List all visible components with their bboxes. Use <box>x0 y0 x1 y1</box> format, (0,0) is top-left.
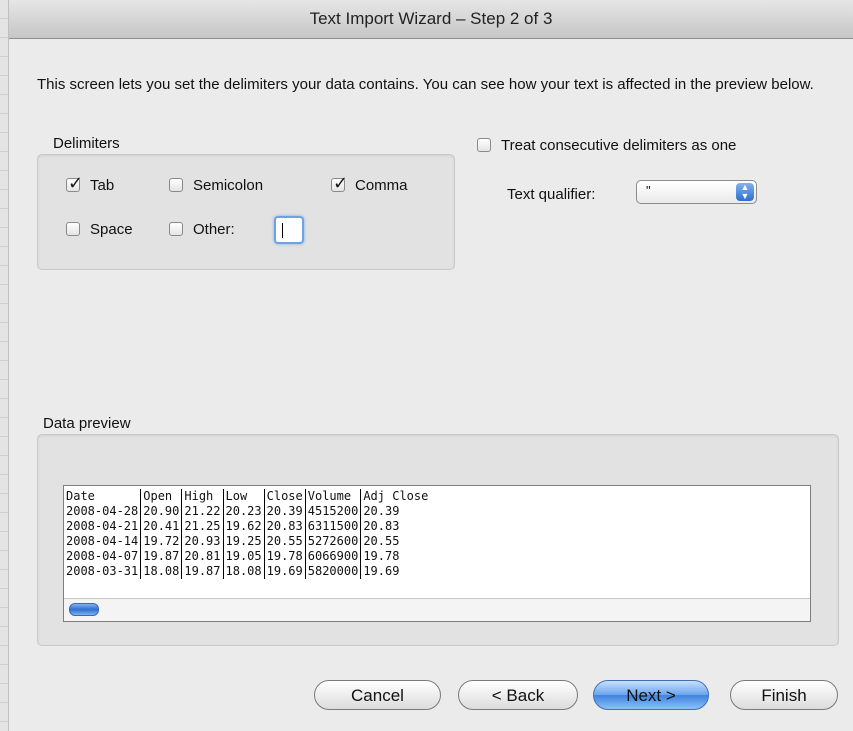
preview-cell: 5820000 <box>305 564 362 579</box>
preview-cell: 20.41 <box>140 519 183 534</box>
preview-cell: 20.90 <box>140 504 183 519</box>
preview-cell: 19.78 <box>363 549 400 563</box>
preview-cell: 20.83 <box>264 519 306 534</box>
table-row: 2008-04-14 19.72 20.93 19.25 20.55 5272600 20.… <box>64 534 430 549</box>
preview-cell: 21.25 <box>181 519 224 534</box>
preview-cell: 19.05 <box>223 549 265 564</box>
preview-header-cell: High <box>181 489 224 504</box>
preview-cell: 20.39 <box>363 504 400 518</box>
treat-consecutive-checkbox[interactable]: Treat consecutive delimiters as one <box>477 135 736 155</box>
preview-cell: 19.72 <box>140 534 183 549</box>
preview-cell: 2008-04-28 <box>64 504 142 519</box>
preview-header-cell: Low <box>223 489 265 504</box>
back-button[interactable]: < Back <box>458 680 578 710</box>
tab-checkbox[interactable]: ✓ Tab <box>66 173 115 195</box>
comma-checkbox-box[interactable]: ✓ <box>331 173 348 193</box>
table-row: 2008-04-07 19.87 20.81 19.05 19.78 6066900 19.… <box>64 549 430 564</box>
preview-cell: 20.23 <box>223 504 265 519</box>
data-preview-label: Data preview <box>43 415 131 432</box>
preview-table: Date Open High Low Close Volume Adj Close 2008-… <box>64 489 430 579</box>
preview-cell: 6066900 <box>305 549 362 564</box>
comma-checkbox[interactable]: ✓ Comma <box>331 173 408 195</box>
preview-header-cell: Adj Close <box>363 489 429 503</box>
preview-cell: 5272600 <box>305 534 362 549</box>
preview-cell: 20.93 <box>181 534 224 549</box>
text-caret <box>282 223 283 238</box>
window-edge <box>0 0 9 731</box>
preview-cell: 19.25 <box>223 534 265 549</box>
other-checkbox[interactable]: Other: <box>169 219 235 239</box>
preview-cell: 19.87 <box>181 564 224 579</box>
semicolon-checkbox-box[interactable] <box>169 178 183 192</box>
data-preview-box[interactable]: Date Open High Low Close Volume Adj Close 2008-… <box>63 485 811 622</box>
preview-header-row: Date Open High Low Close Volume Adj Close <box>64 489 430 504</box>
preview-header-cell: Open <box>140 489 183 504</box>
preview-cell: 4515200 <box>305 504 362 519</box>
preview-cell: 6311500 <box>305 519 362 534</box>
preview-cell: 20.55 <box>264 534 306 549</box>
tab-checkbox-label: Tab <box>90 176 115 194</box>
delimiters-panel <box>37 154 455 270</box>
finish-button[interactable]: Finish <box>730 680 838 710</box>
text-import-dialog: This screen lets you set the delimiters … <box>9 39 853 731</box>
cancel-button[interactable]: Cancel <box>314 680 441 710</box>
preview-cell: 20.39 <box>264 504 306 519</box>
preview-cell: 21.22 <box>181 504 224 519</box>
preview-header-cell: Date <box>64 489 142 504</box>
preview-cell: 20.55 <box>363 534 400 548</box>
comma-checkbox-label: Comma <box>355 176 408 194</box>
other-checkbox-box[interactable] <box>169 222 183 236</box>
preview-cell: 19.62 <box>223 519 265 534</box>
semicolon-checkbox[interactable]: Semicolon <box>169 175 263 195</box>
horizontal-scroll-arrows-icon[interactable]: ◀▶ <box>806 602 810 616</box>
text-qualifier-select[interactable]: " ▲ ▼ <box>636 180 757 204</box>
preview-header-cell: Volume <box>305 489 362 504</box>
preview-cell: 2008-03-31 <box>64 564 142 579</box>
preview-cell: 18.08 <box>223 564 265 579</box>
preview-cell: 2008-04-14 <box>64 534 142 549</box>
treat-consecutive-label: Treat consecutive delimiters as one <box>501 136 737 154</box>
space-checkbox-label: Space <box>90 220 133 238</box>
updown-arrows-icon: ▲ ▼ <box>736 183 754 201</box>
intro-text: This screen lets you set the delimiters … <box>37 76 814 93</box>
preview-cell: 2008-04-07 <box>64 549 142 564</box>
preview-cell: 2008-04-21 <box>64 519 142 534</box>
preview-cell: 19.69 <box>264 564 306 579</box>
space-checkbox[interactable]: Space <box>66 219 133 239</box>
other-checkbox-label: Other: <box>193 220 235 238</box>
preview-cell: 20.83 <box>363 519 400 533</box>
delimiters-label: Delimiters <box>53 135 120 152</box>
preview-cell: 20.81 <box>181 549 224 564</box>
preview-cell: 18.08 <box>140 564 183 579</box>
preview-header-cell: Close <box>264 489 306 504</box>
table-row: 2008-04-21 20.41 21.25 19.62 20.83 6311500 20.… <box>64 519 430 534</box>
preview-cell: 19.78 <box>264 549 306 564</box>
window-title: Text Import Wizard – Step 2 of 3 <box>9 0 853 39</box>
next-button[interactable]: Next > <box>593 680 709 710</box>
semicolon-checkbox-label: Semicolon <box>193 176 264 194</box>
text-qualifier-value: " <box>646 183 651 198</box>
other-delimiter-input[interactable] <box>274 216 304 244</box>
table-row: 2008-03-31 18.08 19.87 18.08 19.69 5820000 19.… <box>64 564 430 579</box>
treat-consecutive-checkbox-box[interactable] <box>477 138 491 152</box>
preview-cell: 19.87 <box>140 549 183 564</box>
table-row: 2008-04-28 20.90 21.22 20.23 20.39 4515200 20.… <box>64 504 430 519</box>
horizontal-scrollbar[interactable]: ◀▶ <box>64 598 810 621</box>
text-qualifier-label: Text qualifier: <box>507 186 596 203</box>
horizontal-scroll-thumb[interactable] <box>69 603 99 616</box>
tab-checkbox-box[interactable]: ✓ <box>66 173 83 193</box>
space-checkbox-box[interactable] <box>66 222 80 236</box>
preview-cell: 19.69 <box>363 564 400 578</box>
